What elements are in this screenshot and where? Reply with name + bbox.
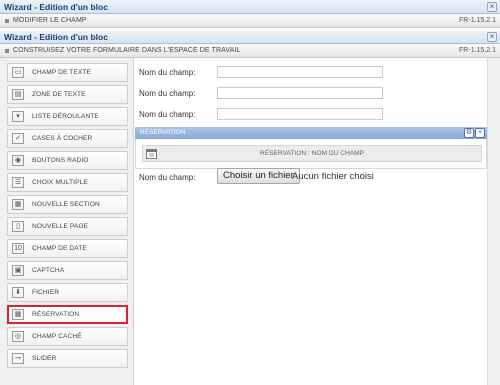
tool-label: CAPTCHA bbox=[32, 267, 65, 274]
calendar-icon: ▦ bbox=[12, 309, 24, 320]
tool-label: NOUVELLE SECTION bbox=[32, 201, 100, 208]
tool-label: RÉSERVATION bbox=[32, 311, 80, 318]
upload-icon: ⬇ bbox=[12, 287, 24, 298]
reservation-block-header: RÉSERVATION ⚙ × bbox=[135, 127, 487, 139]
tool-item[interactable]: ▦ NOUVELLE SECTION bbox=[7, 195, 128, 214]
tool-item[interactable]: ☰ CHOIX MULTIPLE bbox=[7, 173, 128, 192]
field-name-input[interactable] bbox=[217, 66, 383, 78]
tool-label: SLIDER bbox=[32, 355, 57, 362]
tool-palette: ▭ CHAMP DE TEXTE ▤ ZONE DE TEXTE ▾ LISTE DÉRO… bbox=[0, 58, 134, 385]
close-icon[interactable]: × bbox=[475, 128, 485, 138]
tool-label: CHOIX MULTIPLE bbox=[32, 179, 88, 186]
textarea-icon: ▤ bbox=[12, 89, 24, 100]
window-subtitle-bar-2: CONSTRUISEZ VOTRE FORMULAIRE DANS L'ESPA… bbox=[0, 44, 500, 58]
tool-item[interactable]: 10 CHAMP DE DATE bbox=[7, 239, 128, 258]
captcha-icon: ▣ bbox=[12, 265, 24, 276]
date-icon: 10 bbox=[12, 243, 24, 254]
tool-label: LISTE DÉROULANTE bbox=[32, 113, 99, 120]
file-status: Aucun fichier choisi bbox=[292, 171, 374, 182]
field-label: Nom du champ: bbox=[139, 89, 196, 98]
tool-item[interactable]: ◎ CHAMP CACHÉ bbox=[7, 327, 128, 346]
field-label: Nom du champ: bbox=[139, 68, 196, 77]
scrollbar[interactable] bbox=[487, 58, 500, 385]
gear-icon[interactable]: ⚙ bbox=[464, 128, 474, 138]
tool-item[interactable]: ▭ CHAMP DE TEXTE bbox=[7, 63, 128, 82]
close-icon[interactable]: × bbox=[487, 2, 497, 12]
tool-label: FICHIER bbox=[32, 289, 60, 296]
tool-item[interactable]: ⊸ SLIDER bbox=[7, 349, 128, 368]
tool-item[interactable]: ▤ ZONE DE TEXTE bbox=[7, 85, 128, 104]
tool-item[interactable]: ▦ RÉSERVATION bbox=[7, 305, 128, 324]
window-title-2: Wizard - Edition d'un bloc bbox=[4, 32, 108, 42]
subtitle-1: MODIFIER LE CHAMP bbox=[13, 17, 87, 24]
field-label: Nom du champ: bbox=[139, 110, 196, 119]
slider-icon: ⊸ bbox=[12, 353, 24, 364]
tool-label: NOUVELLE PAGE bbox=[32, 223, 89, 230]
window-titlebar-1: Wizard - Edition d'un bloc × bbox=[0, 0, 500, 14]
version-label-1: FR-1.15.2.1 bbox=[459, 17, 496, 24]
window-title-1: Wizard - Edition d'un bloc bbox=[4, 2, 108, 12]
close-icon[interactable]: × bbox=[487, 32, 497, 42]
tool-item[interactable]: ▯ NOUVELLE PAGE bbox=[7, 217, 128, 236]
reservation-title: RÉSERVATION bbox=[140, 129, 186, 136]
bullet-icon bbox=[5, 49, 9, 53]
tool-item[interactable]: ⬇ FICHIER bbox=[7, 283, 128, 302]
window-subtitle-bar-1: MODIFIER LE CHAMP FR-1.15.2.1 bbox=[0, 14, 500, 28]
reservation-field[interactable]: RÉSERVATION : NOM DU CHAMP bbox=[142, 145, 482, 162]
tool-item[interactable]: ✓ CASES À COCHER bbox=[7, 129, 128, 148]
tool-label: BOUTONS RADIO bbox=[32, 157, 89, 164]
reservation-block: RÉSERVATION : NOM DU CHAMP bbox=[135, 139, 487, 169]
tool-label: CHAMP DE TEXTE bbox=[32, 69, 92, 76]
file-field-label: Nom du champ: bbox=[139, 173, 196, 182]
version-label-2: FR-1.15.2.1 bbox=[459, 47, 496, 54]
tool-item[interactable]: ▣ CAPTCHA bbox=[7, 261, 128, 280]
tool-item[interactable]: ▾ LISTE DÉROULANTE bbox=[7, 107, 128, 126]
choose-file-button[interactable]: Choisir un fichier bbox=[217, 168, 300, 184]
tool-label: ZONE DE TEXTE bbox=[32, 91, 86, 98]
tool-label: CHAMP DE DATE bbox=[32, 245, 87, 252]
page-icon: ▯ bbox=[12, 221, 24, 232]
checkbox-icon: ✓ bbox=[12, 133, 24, 144]
window-titlebar-2: Wizard - Edition d'un bloc × bbox=[0, 30, 500, 44]
field-name-input[interactable] bbox=[217, 87, 383, 99]
tool-label: CHAMP CACHÉ bbox=[32, 333, 82, 340]
hidden-eye-icon: ◎ bbox=[12, 331, 24, 342]
tool-label: CASES À COCHER bbox=[32, 135, 93, 142]
reservation-placeholder: RÉSERVATION : NOM DU CHAMP bbox=[259, 150, 365, 157]
subtitle-2: CONSTRUISEZ VOTRE FORMULAIRE DANS L'ESPA… bbox=[13, 47, 241, 54]
tool-item[interactable]: ◉ BOUTONS RADIO bbox=[7, 151, 128, 170]
section-icon: ▦ bbox=[12, 199, 24, 210]
dropdown-icon: ▾ bbox=[12, 111, 24, 122]
text-field-icon: ▭ bbox=[12, 67, 24, 78]
bullet-icon bbox=[5, 19, 9, 23]
field-name-input[interactable] bbox=[217, 108, 383, 120]
radio-icon: ◉ bbox=[12, 155, 24, 166]
multi-choice-icon: ☰ bbox=[12, 177, 24, 188]
